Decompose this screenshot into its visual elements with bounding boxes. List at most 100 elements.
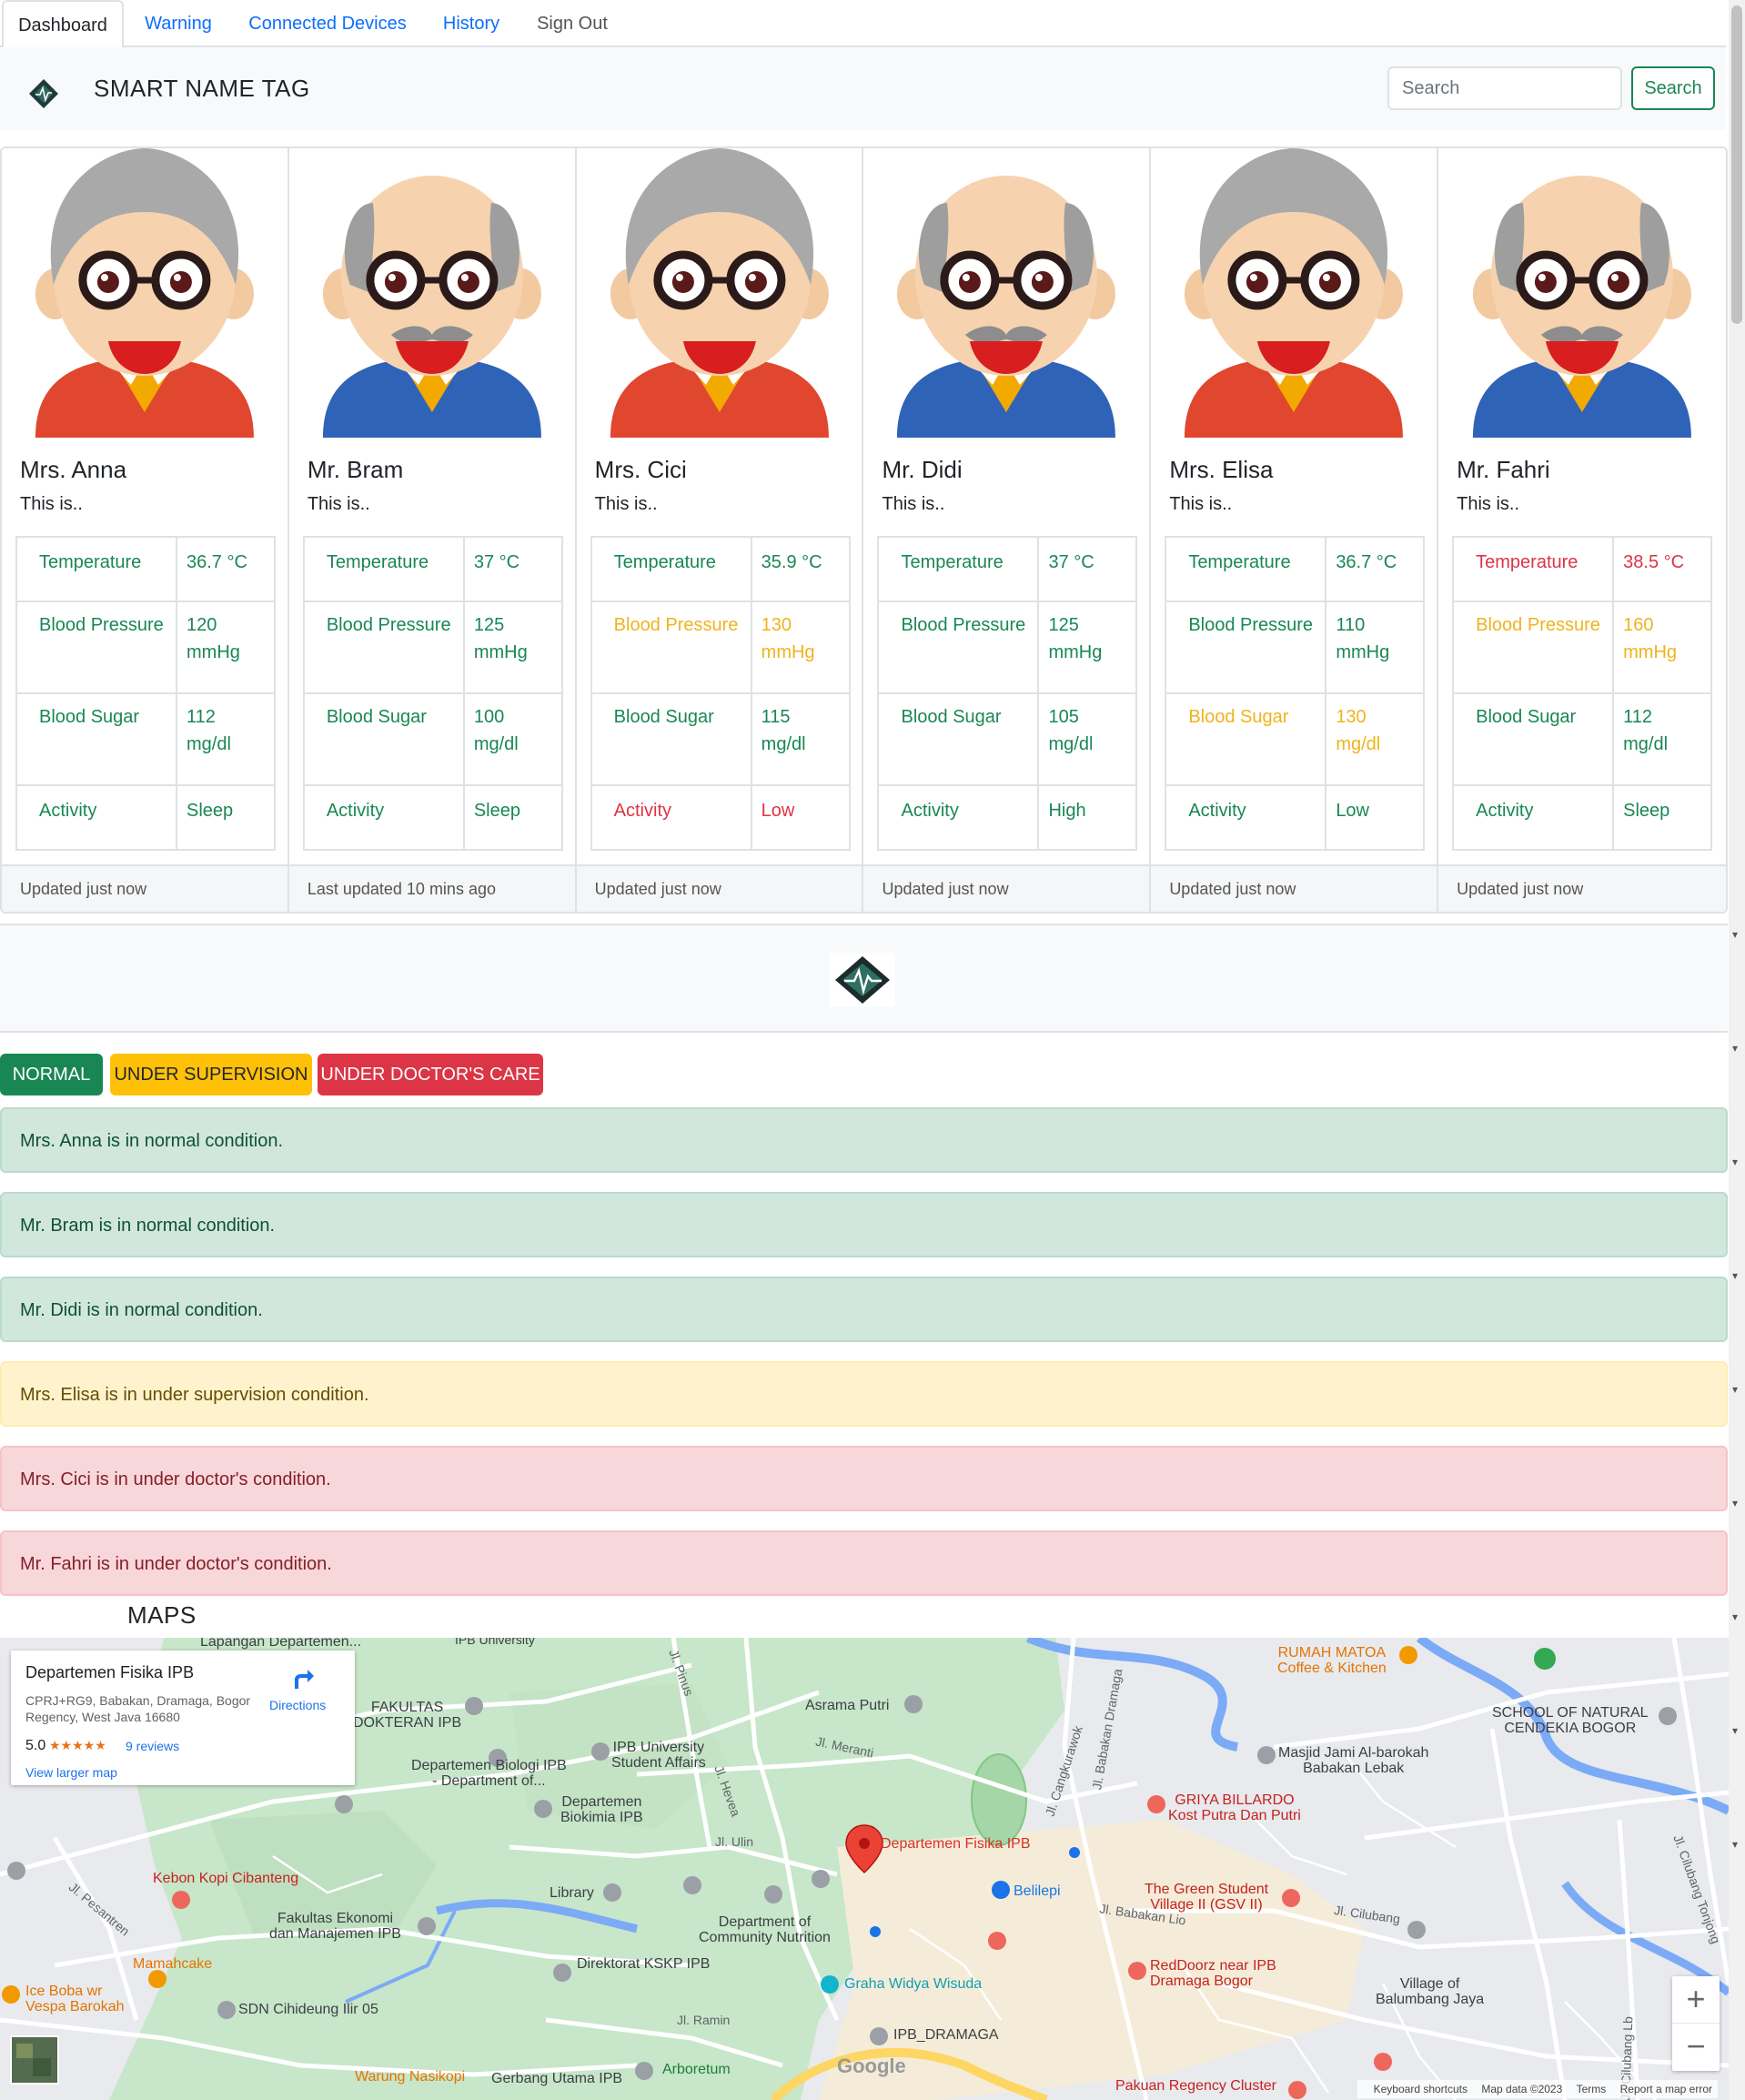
supervision-filter-button[interactable]: UNDER SUPERVISION <box>110 1054 312 1095</box>
map-label[interactable]: SDN Cihideung Ilir 05 <box>238 2002 378 2017</box>
map-label[interactable]: Ice Boba wr Vespa Barokah <box>25 1984 125 2014</box>
tab-sign-out[interactable]: Sign Out <box>524 0 620 47</box>
map-label[interactable]: FAKULTAS DOKTERAN IPB <box>353 1700 461 1731</box>
map-label[interactable]: RedDoorz near IPB Dramaga Bogor <box>1150 1958 1276 1989</box>
vital-row-blood-sugar: Blood Sugar 130 mg/dl <box>1165 692 1426 786</box>
vital-row-blood-sugar: Blood Sugar 112 mg/dl <box>15 692 276 786</box>
place-reviews-link[interactable]: 9 reviews <box>126 1739 179 1753</box>
map-label[interactable]: Village of Balumbang Jaya <box>1376 1976 1484 2007</box>
patient-description: This is.. <box>882 494 945 514</box>
vital-label: Blood Pressure <box>1452 601 1615 694</box>
search-input[interactable] <box>1387 66 1622 110</box>
vital-label: Blood Pressure <box>302 601 465 694</box>
patient-name: Mrs. Elisa <box>1169 456 1274 483</box>
map-label[interactable]: SCHOOL OF NATURAL CENDEKIA BOGOR <box>1492 1705 1649 1736</box>
map-label[interactable]: Belilepi <box>1014 1883 1061 1899</box>
scroll-arrow-icon[interactable]: ▾ <box>1732 1838 1738 1851</box>
vital-row-blood-sugar: Blood Sugar 100 mg/dl <box>302 692 563 786</box>
scroll-arrow-icon[interactable]: ▾ <box>1732 1383 1738 1396</box>
directions-link[interactable]: Directions <box>269 1698 326 1712</box>
embedded-map[interactable]: Lapangan Departemen... IPB University RU… <box>0 1638 1729 2100</box>
patient-card: Mr. Bram This is.. Temperature 37 °C Blood P… <box>288 148 577 912</box>
map-label[interactable]: GRIYA BILLARDO Kost Putra Dan Putri <box>1168 1792 1301 1823</box>
normal-filter-button[interactable]: NORMAL <box>0 1054 103 1095</box>
tab-connected-devices[interactable]: Connected Devices <box>238 0 417 47</box>
map-label[interactable]: RUMAH MATOA Coffee & Kitchen <box>1277 1645 1387 1676</box>
vital-value: 36.7 °C <box>1325 536 1426 602</box>
zoom-in-button[interactable]: + <box>1672 1976 1720 2024</box>
condition-alert: Mrs. Anna is in normal condition. <box>0 1107 1728 1173</box>
fisika-map-label[interactable]: Departemen Fisika IPB <box>881 1836 1031 1852</box>
vital-row-activity: Activity Sleep <box>1452 784 1713 851</box>
vital-value: 37 °C <box>1037 536 1138 602</box>
card-footer: Updated just now <box>1151 864 1437 912</box>
scroll-arrow-icon[interactable]: ▾ <box>1732 1610 1738 1623</box>
vital-value: 120 mmHg <box>176 601 276 694</box>
brand-logo-icon[interactable] <box>25 76 62 112</box>
vital-label: Blood Sugar <box>877 692 1040 786</box>
vital-value: 115 mg/dl <box>750 692 851 786</box>
map-label[interactable]: Graha Widya Wisuda <box>844 1976 982 1992</box>
map-label[interactable]: IPB University <box>455 1638 535 1648</box>
vital-row-temperature: Temperature 37 °C <box>302 536 563 602</box>
card-footer: Last updated 10 mins ago <box>288 864 575 912</box>
logo-band <box>0 924 1728 1033</box>
scroll-arrow-icon[interactable]: ▾ <box>1732 1156 1738 1168</box>
vital-row-temperature: Temperature 36.7 °C <box>15 536 276 602</box>
map-label[interactable]: Lapangan Departemen... <box>200 1638 361 1650</box>
vital-label: Blood Pressure <box>15 601 177 694</box>
top-tabs: Dashboard Warning Connected Devices Hist… <box>0 0 1726 49</box>
map-label[interactable]: Kebon Kopi Cibanteng <box>153 1871 298 1886</box>
scroll-arrow-icon[interactable]: ▾ <box>1732 1042 1738 1055</box>
place-address: CPRJ+RG9, Babakan, Dramaga, Bogor Regenc… <box>25 1693 251 1724</box>
map-label[interactable]: Asrama Putri <box>805 1698 889 1713</box>
map-label[interactable]: Fakultas Ekonomi dan Manajemen IPB <box>269 1911 401 1942</box>
map-label[interactable]: Gerbang Utama IPB <box>491 2071 622 2086</box>
scroll-arrow-icon[interactable]: ▾ <box>1732 1497 1738 1509</box>
scroll-arrow-icon[interactable]: ▾ <box>1732 1269 1738 1282</box>
vital-label: Blood Sugar <box>302 692 465 786</box>
map-label[interactable]: IPB_DRAMAGA <box>893 2027 999 2043</box>
map-label[interactable]: Department of Community Nutrition <box>699 1914 831 1945</box>
vital-value: 130 mg/dl <box>1325 692 1426 786</box>
brand-name[interactable]: SMART NAME TAG <box>94 75 310 103</box>
vital-row-temperature: Temperature 36.7 °C <box>1165 536 1426 602</box>
search-button[interactable]: Search <box>1631 66 1715 110</box>
map-label[interactable]: Warung Nasikopi <box>355 2069 465 2085</box>
condition-alert: Mr. Didi is in normal condition. <box>0 1277 1728 1342</box>
vital-row-blood-pressure: Blood Pressure 125 mmHg <box>877 601 1138 694</box>
road-label: Jl. Ramin <box>677 2013 731 2027</box>
scrollbar-thumb[interactable] <box>1731 5 1742 324</box>
map-label[interactable]: Mamahcake <box>133 1956 212 1972</box>
terms-link[interactable]: Terms <box>1577 2083 1607 2095</box>
patient-description: This is.. <box>594 494 658 514</box>
map-label[interactable]: Library <box>550 1885 594 1901</box>
map-label[interactable]: Masjid Jami Al-barokah Babakan Lebak <box>1278 1745 1428 1776</box>
map-label[interactable]: The Green Student Village II (GSV II) <box>1145 1882 1268 1913</box>
map-label[interactable]: Pakuan Regency Cluster <box>1115 2078 1276 2094</box>
tab-warning[interactable]: Warning <box>133 0 224 47</box>
heartbeat-logo-icon <box>830 953 895 1007</box>
view-larger-map-link[interactable]: View larger map <box>25 1765 117 1780</box>
vitals-table: Temperature 36.7 °C Blood Pressure 120 mmHg… <box>15 536 276 851</box>
vital-label: Blood Sugar <box>1165 692 1327 786</box>
map-label[interactable]: Direktorat KSKP IPB <box>577 1956 710 1972</box>
vital-label: Blood Pressure <box>590 601 752 694</box>
doctor-care-filter-button[interactable]: UNDER DOCTOR'S CARE <box>318 1054 543 1095</box>
map-label[interactable]: Departemen Biokimia IPB <box>560 1794 643 1825</box>
keyboard-shortcuts-link[interactable]: Keyboard shortcuts <box>1374 2083 1468 2095</box>
tab-history[interactable]: History <box>431 0 511 47</box>
zoom-out-button[interactable]: − <box>1672 2024 1720 2071</box>
map-label[interactable]: IPB University Student Affairs <box>611 1740 706 1771</box>
scroll-arrow-icon[interactable]: ▾ <box>1732 928 1738 941</box>
tab-dashboard[interactable]: Dashboard <box>2 0 124 49</box>
vital-row-blood-pressure: Blood Pressure 110 mmHg <box>1165 601 1426 694</box>
scroll-arrow-icon[interactable]: ▾ <box>1732 1724 1738 1737</box>
vital-row-activity: Activity Sleep <box>15 784 276 851</box>
directions-icon[interactable] <box>289 1665 317 1692</box>
map-label[interactable]: Arboretum <box>662 2062 731 2077</box>
report-error-link[interactable]: Report a map error <box>1620 2083 1712 2095</box>
vital-value: Low <box>750 784 851 851</box>
patient-name: Mr. Bram <box>307 456 404 483</box>
map-label[interactable]: Departemen Biologi IPB - Department of... <box>411 1758 567 1789</box>
